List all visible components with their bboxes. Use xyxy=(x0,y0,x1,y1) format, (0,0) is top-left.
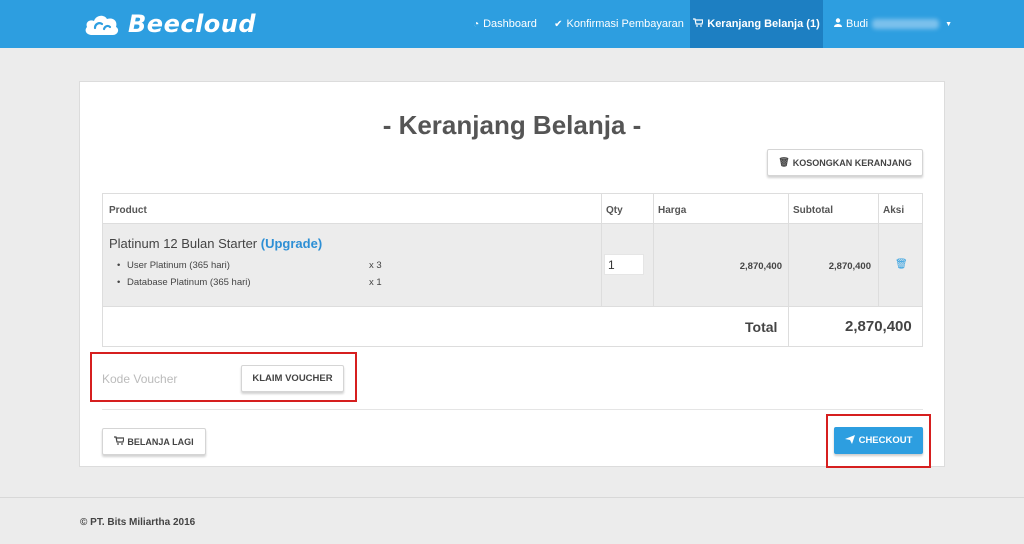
top-navbar: Beecloud ◔ Dashboard ✔ Konfirmasi Pembay… xyxy=(0,0,1024,48)
delete-item-trash-icon[interactable]: 🗑 xyxy=(895,259,908,270)
footer-copyright: © PT. Bits Miliartha 2016 xyxy=(80,517,196,528)
column-divider xyxy=(788,194,789,346)
continue-shopping-button[interactable]: BELANJA LAGI xyxy=(102,428,206,455)
upgrade-link[interactable]: (Upgrade) xyxy=(261,236,322,251)
cloud-logo-icon xyxy=(85,15,119,35)
header-product: Product xyxy=(109,205,147,216)
footer-divider xyxy=(0,497,1024,498)
nav-konfirmasi-label: Konfirmasi Pembayaran xyxy=(566,18,684,30)
empty-cart-label: KOSONGKAN KERANJANG xyxy=(792,157,912,168)
voucher-code-input[interactable] xyxy=(102,365,238,393)
checkout-button[interactable]: CHECKOUT xyxy=(834,427,923,454)
total-value: 2,870,400 xyxy=(845,318,912,335)
header-action: Aksi xyxy=(883,205,905,216)
nav-keranjang-belanja[interactable]: Keranjang Belanja (1) xyxy=(690,0,823,48)
table-row: Platinum 12 Bulan Starter (Upgrade) User… xyxy=(103,224,922,307)
feature-qty: x 3 xyxy=(369,260,382,271)
paper-plane-icon xyxy=(844,434,855,447)
trash-icon: 🗑 xyxy=(778,157,790,167)
user-name-redacted xyxy=(872,19,940,29)
nav-konfirmasi-pembayaran[interactable]: ✔ Konfirmasi Pembayaran xyxy=(548,0,690,48)
table-header-row: Product Qty Harga Subtotal Aksi xyxy=(103,194,922,224)
user-icon xyxy=(834,18,842,30)
dashboard-icon: ◔ xyxy=(473,18,480,30)
header-subtotal: Subtotal xyxy=(793,205,833,216)
nav-dashboard[interactable]: ◔ Dashboard xyxy=(464,0,546,48)
column-divider xyxy=(653,194,654,307)
feature-qty: x 1 xyxy=(369,277,382,288)
product-name: Platinum 12 Bulan Starter (Upgrade) xyxy=(109,236,322,251)
brand-logo[interactable]: Beecloud xyxy=(84,9,256,39)
cart-table: Product Qty Harga Subtotal Aksi Platinum… xyxy=(102,193,923,347)
product-title: Platinum 12 Bulan Starter xyxy=(109,236,258,251)
cart-panel: - Keranjang Belanja - 🗑 KOSONGKAN KERANJ… xyxy=(79,81,945,467)
divider xyxy=(102,409,923,410)
check-icon: ✔ xyxy=(554,18,563,30)
continue-shopping-label: BELANJA LAGI xyxy=(127,436,194,447)
claim-voucher-button[interactable]: KLAIM VOUCHER xyxy=(241,365,344,392)
qty-input[interactable] xyxy=(604,254,644,275)
cart-icon xyxy=(114,436,126,447)
empty-cart-button[interactable]: 🗑 KOSONGKAN KERANJANG xyxy=(767,149,923,176)
feature-item: User Platinum (365 hari) xyxy=(117,260,230,271)
header-qty: Qty xyxy=(606,205,623,216)
nav-user-menu[interactable]: Budi ▼ xyxy=(824,0,952,48)
column-divider xyxy=(601,194,602,307)
nav-keranjang-label: Keranjang Belanja (1) xyxy=(707,18,820,30)
checkout-label: CHECKOUT xyxy=(858,435,913,446)
total-label: Total xyxy=(745,319,778,335)
cart-icon xyxy=(693,18,705,30)
chevron-down-icon: ▼ xyxy=(945,20,952,28)
brand-name: Beecloud xyxy=(128,10,257,38)
feature-item: Database Platinum (365 hari) xyxy=(117,277,251,288)
column-divider xyxy=(878,194,879,307)
item-price: 2,870,400 xyxy=(739,261,782,272)
nav-user-name: Budi xyxy=(846,18,869,30)
header-price: Harga xyxy=(658,205,687,216)
nav-dashboard-label: Dashboard xyxy=(483,18,537,30)
page-title: - Keranjang Belanja - xyxy=(382,110,642,140)
item-subtotal: 2,870,400 xyxy=(828,261,871,272)
